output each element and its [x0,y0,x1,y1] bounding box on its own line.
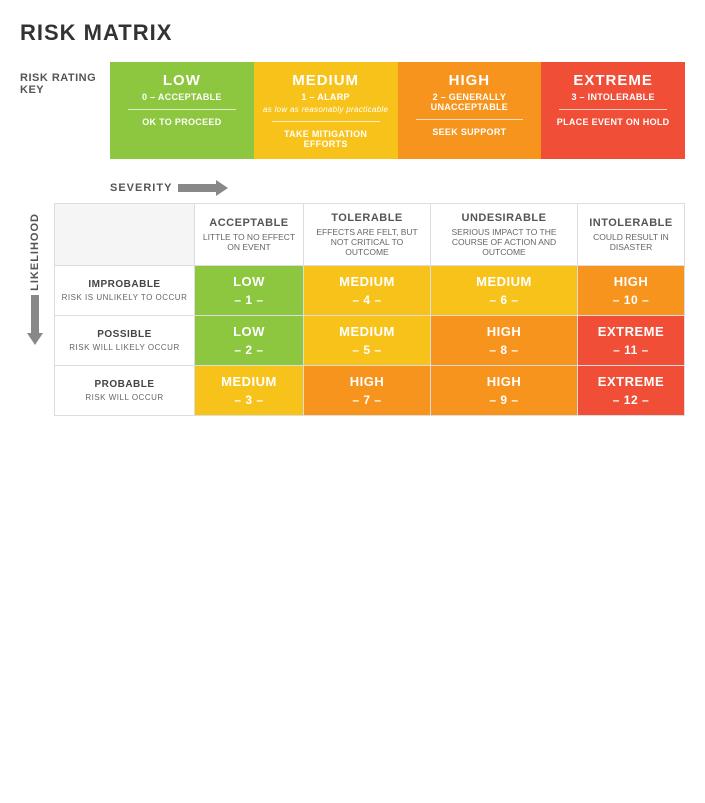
cell-r2-c2: HIGH– 9 – [431,366,578,416]
low-action: OK TO PROCEED [118,117,246,127]
acceptable-sub: LITTLE TO NO EFFECT ON EVENT [201,232,297,252]
row-label-possible: POSSIBLERISK WILL LIKELY OCCUR [55,316,195,366]
row-label-improbable: IMPROBABLERISK IS UNLIKELY TO OCCUR [55,266,195,316]
cell-r1-c3: EXTREME– 11 – [577,316,684,366]
extreme-level: EXTREME [549,72,677,89]
medium-desc2: as low as reasonably practicable [262,105,390,114]
matrix-row: POSSIBLERISK WILL LIKELY OCCURLOW– 2 –ME… [55,316,685,366]
likelihood-arrow-icon [26,295,44,345]
likelihood-label: LIKELIHOOD [29,213,41,291]
severity-col-acceptable: ACCEPTABLE LITTLE TO NO EFFECT ON EVENT [195,204,304,266]
rating-box-high: HIGH 2 – GENERALLY UNACCEPTABLE SEEK SUP… [398,62,542,159]
rating-box-extreme: EXTREME 3 – INTOLERABLE PLACE EVENT ON H… [541,62,685,159]
cell-r1-c0: LOW– 2 – [195,316,304,366]
cell-r1-c2: HIGH– 8 – [431,316,578,366]
severity-col-tolerable: TOLERABLE EFFECTS ARE FELT, BUT NOT CRIT… [303,204,430,266]
cell-r2-c3: EXTREME– 12 – [577,366,684,416]
cell-r0-c0: LOW– 1 – [195,266,304,316]
severity-arrow-icon [178,179,228,197]
matrix-row: PROBABLERISK WILL OCCURMEDIUM– 3 –HIGH– … [55,366,685,416]
cell-r1-c1: MEDIUM– 5 – [303,316,430,366]
severity-col-undesirable: UNDESIRABLE SERIOUS IMPACT TO THE COURSE… [431,204,578,266]
corner-header [55,204,195,266]
high-action: SEEK SUPPORT [406,127,534,137]
cell-r0-c3: HIGH– 10 – [577,266,684,316]
risk-matrix-table: ACCEPTABLE LITTLE TO NO EFFECT ON EVENT … [54,203,685,416]
cell-r0-c1: MEDIUM– 4 – [303,266,430,316]
high-level: HIGH [406,72,534,89]
high-desc: 2 – GENERALLY UNACCEPTABLE [406,92,534,112]
matrix-row: IMPROBABLERISK IS UNLIKELY TO OCCURLOW– … [55,266,685,316]
rating-box-low: LOW 0 – ACCEPTABLE OK TO PROCEED [110,62,254,159]
cell-r2-c0: MEDIUM– 3 – [195,366,304,416]
medium-desc1: 1 – ALARP [262,92,390,102]
rating-key-label: RISK RATING KEY [20,62,110,96]
extreme-desc: 3 – INTOLERABLE [549,92,677,102]
extreme-action: PLACE EVENT ON HOLD [549,117,677,127]
acceptable-header: ACCEPTABLE [209,217,288,229]
severity-header-row: SEVERITY [110,179,685,197]
row-label-probable: PROBABLERISK WILL OCCUR [55,366,195,416]
cell-r0-c2: MEDIUM– 6 – [431,266,578,316]
tolerable-header: TOLERABLE [331,212,403,224]
matrix-container: LIKELIHOOD ACCEPTABLE LITTLE TO NO EFFEC… [20,203,685,416]
undesirable-sub: SERIOUS IMPACT TO THE COURSE OF ACTION A… [437,227,571,257]
cell-r2-c1: HIGH– 7 – [303,366,430,416]
rating-key-boxes: LOW 0 – ACCEPTABLE OK TO PROCEED MEDIUM … [110,62,685,159]
tolerable-sub: EFFECTS ARE FELT, BUT NOT CRITICAL TO OU… [310,227,424,257]
medium-level: MEDIUM [262,72,390,89]
medium-action: TAKE MITIGATION EFFORTS [262,129,390,149]
intolerable-header: INTOLERABLE [589,217,673,229]
matrix-table-wrapper: ACCEPTABLE LITTLE TO NO EFFECT ON EVENT … [54,203,685,416]
undesirable-header: UNDESIRABLE [462,212,547,224]
intolerable-sub: COULD RESULT IN DISASTER [584,232,678,252]
page-title: RISK MATRIX [20,20,685,46]
low-level: LOW [118,72,246,89]
severity-label: SEVERITY [110,182,172,194]
severity-col-intolerable: INTOLERABLE COULD RESULT IN DISASTER [577,204,684,266]
rating-key-section: RISK RATING KEY LOW 0 – ACCEPTABLE OK TO… [20,62,685,159]
likelihood-col: LIKELIHOOD [20,203,50,345]
low-desc: 0 – ACCEPTABLE [118,92,246,102]
rating-box-medium: MEDIUM 1 – ALARP as low as reasonably pr… [254,62,398,159]
severity-header-row: ACCEPTABLE LITTLE TO NO EFFECT ON EVENT … [55,204,685,266]
